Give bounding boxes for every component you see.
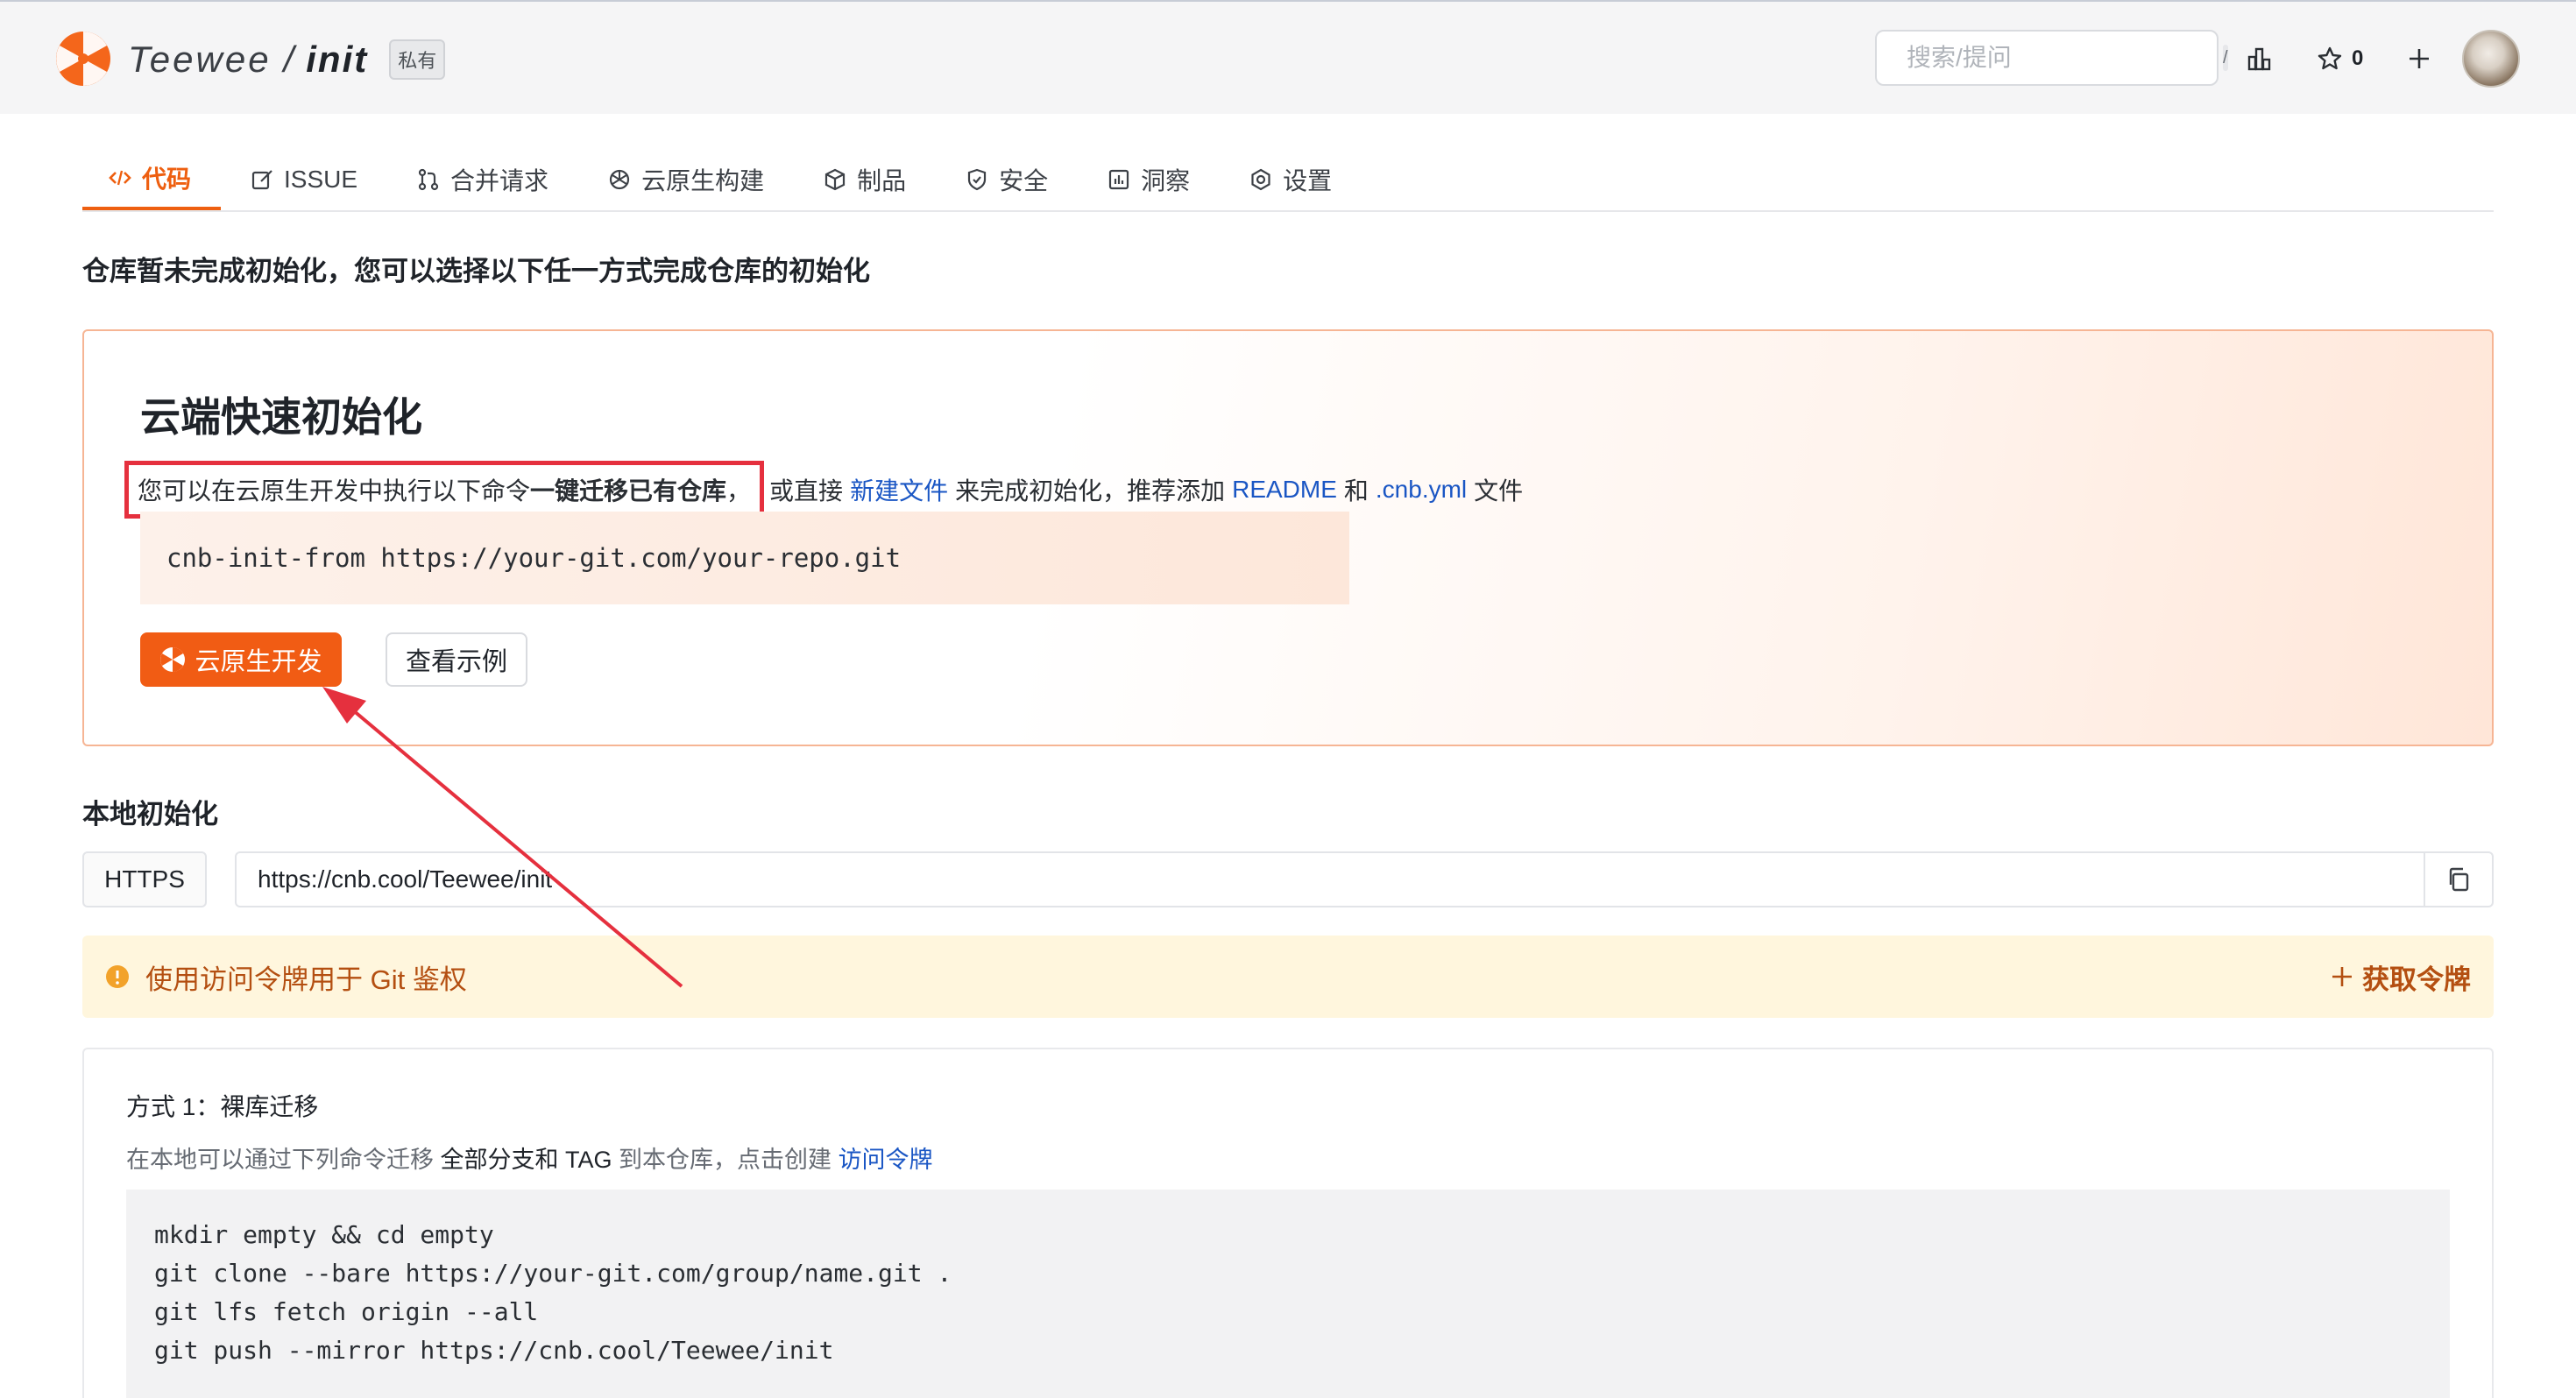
tab-label: 洞察	[1141, 167, 1191, 194]
cnb-yml-link[interactable]: .cnb.yml	[1376, 476, 1467, 504]
desc-prefix: 您可以在云原生开发中执行以下命令	[138, 477, 531, 505]
cloud-dev-button[interactable]: 云原生开发	[140, 632, 342, 687]
desc-comma: ，	[726, 477, 752, 505]
migration-commands[interactable]: mkdir empty && cd empty git clone --bare…	[126, 1190, 2450, 1398]
star-count: 0	[2352, 46, 2364, 70]
tab-artifacts[interactable]: 制品	[794, 149, 936, 210]
tab-label: 设置	[1283, 167, 1333, 194]
repo-tabs: 代码 ISSUE 合并请求 云原生构建 制品 安全 洞察 设置	[82, 149, 2494, 212]
cloud-dev-button-label: 云原生开发	[195, 648, 322, 676]
star-button[interactable]: 0	[2317, 39, 2363, 79]
desc-bold: 一键迁移已有仓库	[530, 477, 727, 505]
star-icon	[2318, 46, 2342, 70]
tab-security[interactable]: 安全	[936, 149, 1078, 210]
search-box[interactable]: /	[1875, 30, 2228, 86]
command-line: git push --mirror https://cnb.cool/Teewe…	[154, 1336, 834, 1365]
local-init-title: 本地初始化	[82, 799, 218, 830]
create-button[interactable]	[2406, 39, 2432, 79]
new-file-link[interactable]: 新建文件	[850, 472, 948, 507]
tab-label: 云原生构建	[641, 167, 765, 194]
highlight-box: 您可以在云原生开发中执行以下命令一键迁移已有仓库，	[124, 461, 765, 519]
copy-icon	[2449, 867, 2469, 892]
get-token-label: 获取令牌	[2362, 964, 2471, 995]
issue-icon	[251, 170, 272, 190]
init-command[interactable]: cnb-init-from https://your-git.com/your-…	[140, 512, 1349, 604]
logo-icon[interactable]	[54, 30, 112, 88]
search-input[interactable]	[1907, 44, 2223, 72]
method-description: 在本地可以通过下列命令迁移 全部分支和 TAG 到本仓库，点击创建 访问令牌	[126, 1140, 933, 1175]
token-notice-text: 使用访问令牌用于 Git 鉴权	[145, 964, 467, 995]
merge-request-icon	[418, 168, 439, 191]
command-line: git clone --bare https://your-git.com/gr…	[154, 1259, 952, 1288]
tab-label: 安全	[999, 167, 1049, 194]
info-icon	[106, 965, 129, 988]
tab-label: 合并请求	[450, 167, 549, 194]
method-desc-prefix: 在本地可以通过下列命令迁移	[126, 1147, 434, 1173]
top-bar: Teewee / init 私有 / 0	[0, 0, 2576, 114]
tab-label: 代码	[142, 166, 192, 193]
repo-owner-link[interactable]: Teewee	[128, 39, 272, 81]
tab-cloud-build[interactable]: 云原生构建	[578, 149, 794, 210]
view-example-button[interactable]: 查看示例	[386, 632, 527, 687]
avatar[interactable]	[2462, 30, 2520, 88]
plus-icon	[2332, 967, 2352, 986]
method-card: 方式 1：裸库迁移 在本地可以通过下列命令迁移 全部分支和 TAG 到本仓库，点…	[82, 1048, 2494, 1398]
cloud-init-panel: 云端快速初始化 您可以在云原生开发中执行以下命令一键迁移已有仓库， 或直接 新建…	[82, 329, 2494, 746]
desc-and: 和	[1343, 477, 1369, 505]
repo-breadcrumb: Teewee / init 私有	[128, 33, 446, 86]
tab-merge-request[interactable]: 合并请求	[387, 149, 578, 210]
code-icon	[109, 170, 131, 186]
tab-label: ISSUE	[284, 166, 358, 193]
clone-url-input[interactable]	[237, 853, 2424, 906]
tab-issue[interactable]: ISSUE	[221, 149, 387, 210]
logo-icon	[160, 647, 186, 672]
desc-mid2: 来完成初始化，推荐添加	[955, 477, 1226, 505]
readme-link[interactable]: README	[1232, 476, 1337, 504]
tab-label: 制品	[857, 167, 907, 194]
get-token-button[interactable]: 获取令牌	[2331, 957, 2471, 997]
stats-icon	[2247, 47, 2271, 71]
init-notice: 仓库暂未完成初始化，您可以选择以下任一方式完成仓库的初始化	[82, 256, 870, 286]
plus-icon	[2410, 49, 2429, 68]
copy-button[interactable]	[2424, 853, 2492, 906]
visibility-badge: 私有	[389, 39, 446, 80]
access-token-link[interactable]: 访问令牌	[839, 1147, 933, 1173]
command-line: git lfs fetch origin --all	[154, 1297, 539, 1326]
repo-name-link[interactable]: init	[306, 39, 368, 81]
insight-icon	[1109, 169, 1129, 190]
build-icon	[609, 169, 630, 190]
breadcrumb-separator: /	[283, 39, 294, 80]
command-line: mkdir empty && cd empty	[154, 1220, 494, 1249]
cloud-init-description: 您可以在云原生开发中执行以下命令一键迁移已有仓库， 或直接 新建文件 来完成初始…	[124, 461, 1524, 519]
protocol-select[interactable]: HTTPS	[82, 851, 207, 907]
method-desc-bold: 全部分支和 TAG	[440, 1147, 612, 1173]
cloud-init-title: 云端快速初始化	[140, 394, 422, 440]
tab-settings[interactable]: 设置	[1220, 149, 1362, 210]
shield-icon	[967, 168, 987, 191]
tab-insight[interactable]: 洞察	[1078, 149, 1220, 210]
clone-url-box	[235, 851, 2494, 907]
package-icon	[824, 168, 846, 191]
gear-icon	[1251, 168, 1270, 191]
tab-code[interactable]: 代码	[82, 149, 222, 210]
desc-mid: 或直接	[769, 477, 844, 505]
token-notice-bar: 使用访问令牌用于 Git 鉴权 获取令牌	[82, 936, 2494, 1018]
method-desc-mid: 到本仓库，点击创建	[619, 1147, 832, 1173]
search-shortcut-hint: /	[2223, 45, 2228, 71]
method-title: 方式 1：裸库迁移	[126, 1093, 319, 1120]
desc-suffix: 文件	[1474, 477, 1524, 505]
stats-button[interactable]	[2247, 39, 2273, 79]
